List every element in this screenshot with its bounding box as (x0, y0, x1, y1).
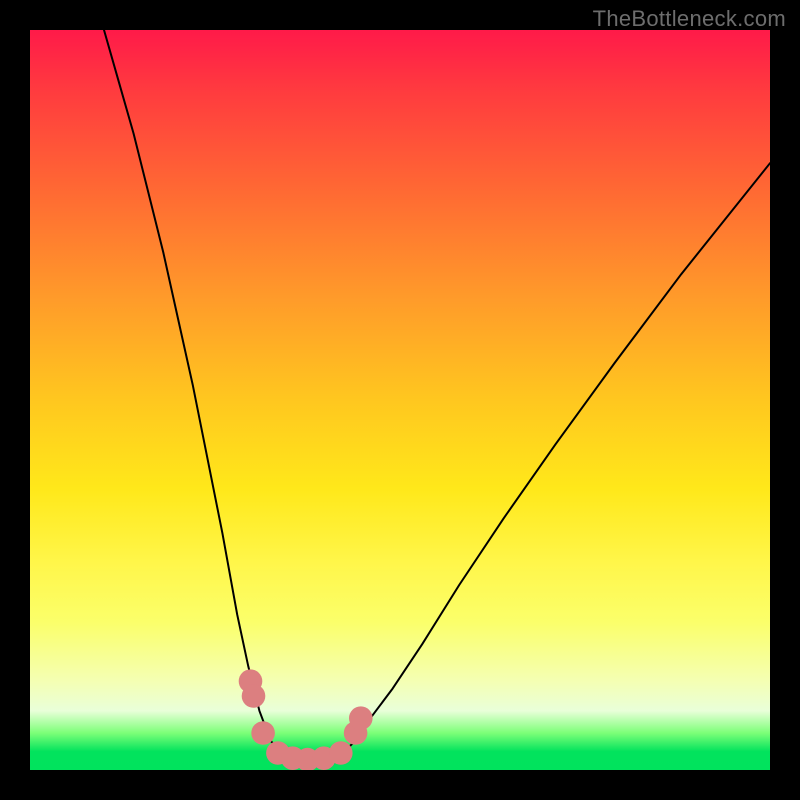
data-point-marker (242, 684, 266, 708)
bottleneck-curve (104, 30, 770, 761)
data-point-marker (251, 721, 275, 745)
watermark-text: TheBottleneck.com (593, 6, 786, 32)
data-point-marker (329, 741, 353, 765)
curve-svg (30, 30, 770, 770)
data-point-marker (349, 706, 373, 730)
chart-frame: TheBottleneck.com (0, 0, 800, 800)
plot-area (30, 30, 770, 770)
